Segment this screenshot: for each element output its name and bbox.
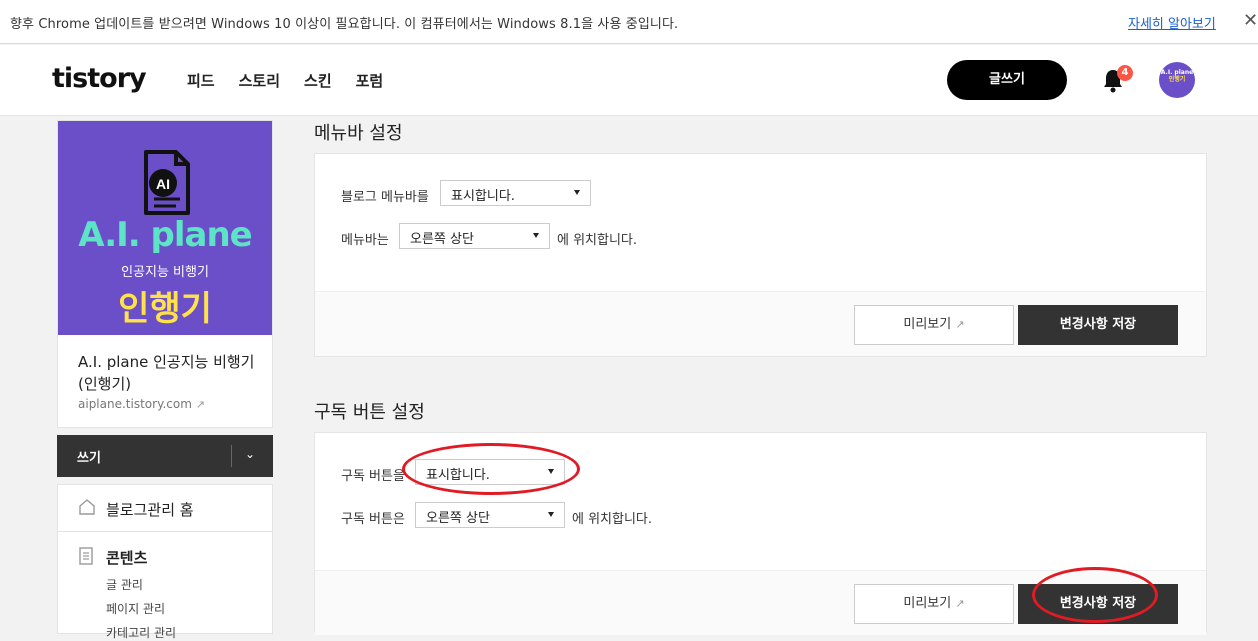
menubar-position-suffix: 에 위치합니다. [557,233,638,248]
close-icon[interactable]: ✕ [1243,10,1258,31]
sidebar-write-label: 쓰기 [77,451,101,466]
subscribe-position-suffix: 에 위치합니다. [572,512,653,527]
sidebar-menu: 블로그관리 홈 콘텐츠 글 관리 페이지 관리 카테고리 관리 [57,484,273,640]
sidebar-item-home[interactable]: 블로그관리 홈 [58,485,272,532]
preview-button-label: 미리보기 [903,596,952,611]
annotation-ellipse [402,443,580,495]
sidebar-subitem-posts[interactable]: 글 관리 [106,576,143,593]
thumb-big-text: 인행기 [118,289,212,329]
select-value: 오른쪽 상단 [426,511,490,526]
sidebar-write-button[interactable]: 쓰기 ⌄ [57,435,273,477]
dropdown-arrow-icon [574,190,580,195]
menubar-display-select[interactable]: 표시합니다. [440,180,591,206]
external-link-icon: ↗ [955,318,965,331]
chevron-down-icon[interactable]: ⌄ [245,447,255,461]
divider [231,445,232,467]
blog-url-text[interactable]: aiplane.tistory.com [78,397,192,411]
subscribe-position-label: 구독 버튼은 [341,512,405,527]
select-value: 표시합니다. [451,189,515,204]
nav-item-forum[interactable]: 포럼 [356,70,384,91]
sidebar-item-label: 블로그관리 홈 [106,501,194,519]
avatar-text-bottom: 인행기 [1168,75,1186,83]
nav-item-feed[interactable]: 피드 [187,70,215,91]
blog-thumbnail[interactable]: AI A.I. plane 인공지능 비행기 인행기 [58,121,272,335]
notification-badge: 4 [1117,65,1133,81]
nav-item-story[interactable]: 스토리 [239,70,280,91]
learn-more-link[interactable]: 자세히 알아보기 [1128,13,1216,32]
external-link-icon: ↗ [195,398,205,411]
external-link-icon: ↗ [955,597,965,610]
thumb-badge-text: AI [156,176,170,192]
menubar-position-select[interactable]: 오른쪽 상단 [399,223,550,249]
menubar-position-label: 메뉴바는 [341,233,389,248]
select-value: 오른쪽 상단 [410,232,474,247]
save-changes-button[interactable]: 변경사항 저장 [1018,305,1178,345]
dropdown-arrow-icon [533,233,539,238]
blog-name[interactable]: A.I. plane 인공지능 비행기 (인행기) [78,351,263,395]
blog-url[interactable]: aiplane.tistory.com ↗ [78,397,205,411]
sidebar-subitem-pages[interactable]: 페이지 관리 [106,600,165,617]
preview-button[interactable]: 미리보기 ↗ [854,584,1014,624]
home-icon [79,499,95,515]
panel-footer: 미리보기 ↗ 변경사항 저장 [315,291,1206,356]
write-post-button[interactable]: 글쓰기 [947,60,1067,100]
tistory-logo[interactable]: tistory [52,63,147,94]
avatar[interactable]: A.I. plane 인행기 [1159,62,1195,98]
menubar-section-title: 메뉴바 설정 [314,123,403,144]
subscribe-display-label: 구독 버튼을 [341,469,405,484]
sidebar-item-label: 콘텐츠 [106,549,148,567]
menubar-settings-panel: 블로그 메뉴바를 표시합니다. 메뉴바는 오른쪽 상단 에 위치합니다. 미리보… [314,153,1207,357]
thumb-subtitle: 인공지능 비행기 [121,265,209,280]
main-nav: 피드 스토리 스킨 포럼 [187,70,383,91]
nav-item-skin[interactable]: 스킨 [304,70,332,91]
preview-button-label: 미리보기 [903,317,952,332]
thumb-title: A.I. plane [78,215,252,255]
subscribe-section-title: 구독 버튼 설정 [314,402,425,423]
preview-button[interactable]: 미리보기 ↗ [854,305,1014,345]
menubar-display-label: 블로그 메뉴바를 [341,190,429,205]
site-header: tistory 피드 스토리 스킨 포럼 글쓰기 4 A.I. plane 인행… [0,45,1258,116]
ai-document-icon: AI [144,150,190,215]
blog-profile-card: AI A.I. plane 인공지능 비행기 인행기 A.I. plane 인공… [57,120,273,428]
sidebar-subitem-categories[interactable]: 카테고리 관리 [106,624,176,641]
annotation-ellipse [1032,567,1158,623]
subscribe-position-select[interactable]: 오른쪽 상단 [415,502,565,528]
update-warning-message: 향후 Chrome 업데이트를 받으려면 Windows 10 이상이 필요합니… [10,17,679,32]
document-icon [79,547,93,565]
browser-info-bar: 향후 Chrome 업데이트를 받으려면 Windows 10 이상이 필요합니… [0,0,1258,44]
dropdown-arrow-icon [548,512,554,517]
